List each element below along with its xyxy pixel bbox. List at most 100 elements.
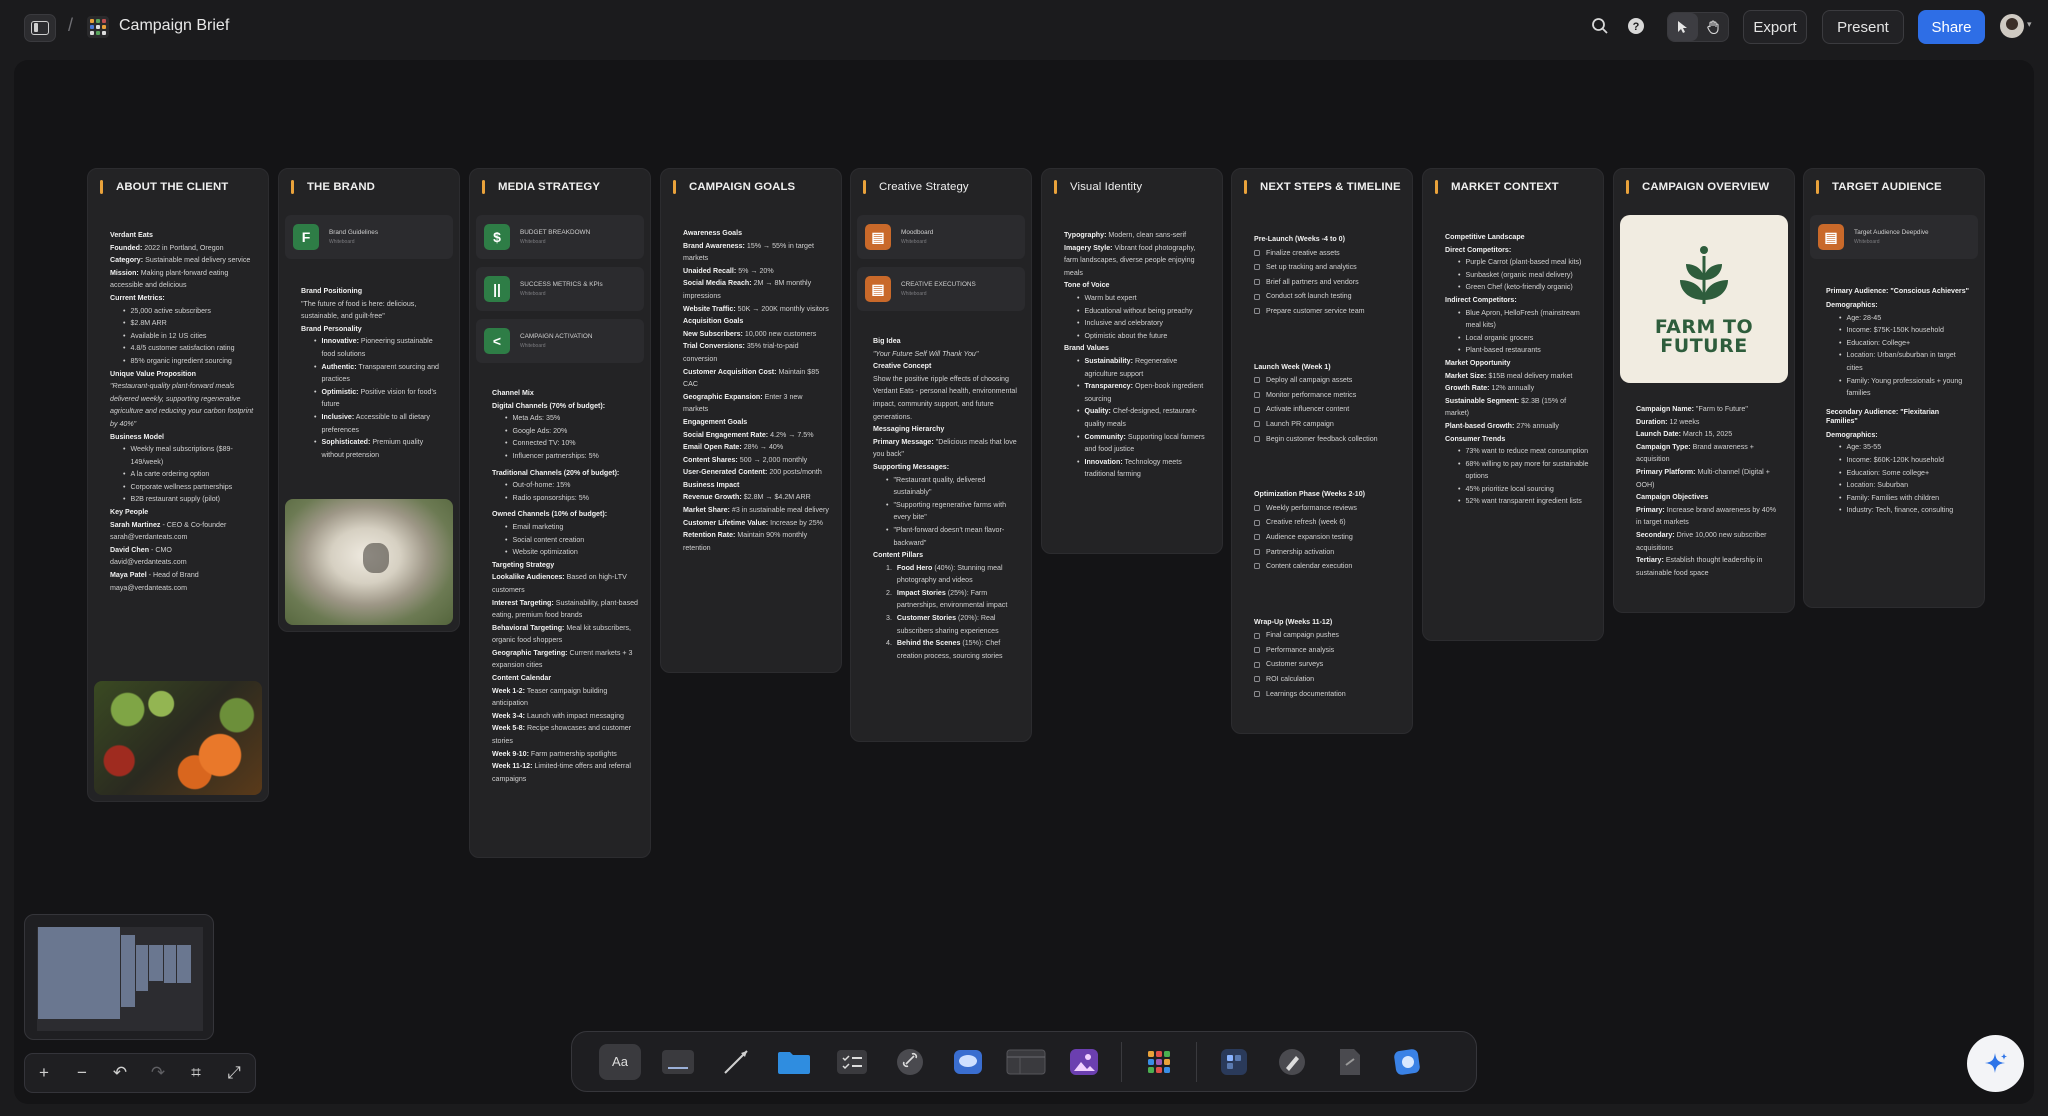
checklist-item[interactable]: Partnership activation	[1254, 545, 1400, 560]
card-visual-identity[interactable]: Visual Identity Typography: Modern, clea…	[1041, 168, 1223, 554]
person-email[interactable]: maya@verdanteats.com	[110, 582, 256, 595]
checklist-item[interactable]: Set up tracking and analytics	[1254, 260, 1400, 275]
export-button[interactable]: Export	[1743, 10, 1807, 44]
ai-assistant-button[interactable]	[1967, 1035, 2024, 1092]
apps-grid-icon[interactable]	[1138, 1044, 1180, 1080]
chevron-down-icon[interactable]: ▾	[2027, 19, 2032, 30]
card-the-brand[interactable]: THE BRAND F Brand Guidelines Whiteboard B…	[278, 168, 460, 632]
card-next-steps[interactable]: NEXT STEPS & TIMELINE Pre-Launch (Weeks …	[1231, 168, 1413, 734]
image-tool-icon[interactable]	[1063, 1044, 1105, 1080]
checklist-item[interactable]: Prepare customer service team	[1254, 304, 1400, 319]
checklist-item[interactable]: Launch PR campaign	[1254, 417, 1400, 432]
fit-frame-icon[interactable]: ⌗	[177, 1063, 215, 1083]
checklist-item[interactable]: Audience expansion testing	[1254, 530, 1400, 545]
undo-icon[interactable]: ↶	[101, 1063, 139, 1083]
checklist-item[interactable]: Finalize creative assets	[1254, 246, 1400, 261]
avatar[interactable]	[2000, 14, 2024, 38]
attachment[interactable]: ▤ Moodboard Whiteboard	[857, 215, 1025, 259]
sheep-photo[interactable]	[285, 499, 453, 625]
zoom-out-icon[interactable]: −	[63, 1063, 101, 1083]
attachment[interactable]: < CAMPAIGN ACTIVATION Whiteboard	[476, 319, 644, 363]
document-tool-icon[interactable]	[1329, 1044, 1371, 1080]
checklist-item[interactable]: Creative refresh (week 6)	[1254, 515, 1400, 530]
fullscreen-icon[interactable]: ⤢	[215, 1063, 253, 1083]
table-tool-icon[interactable]	[1005, 1044, 1047, 1080]
checklist-item[interactable]: Weekly performance reviews	[1254, 501, 1400, 516]
search-icon[interactable]	[1589, 15, 1611, 37]
draw-tool-icon[interactable]	[1271, 1044, 1313, 1080]
hand-tool-icon[interactable]	[1698, 13, 1728, 41]
comment-tool-icon[interactable]	[947, 1044, 989, 1080]
checkbox[interactable]	[1254, 676, 1260, 683]
checklist-item[interactable]: Brief all partners and vendors	[1254, 275, 1400, 290]
attachment[interactable]: $ BUDGET BREAKDOWN Whiteboard	[476, 215, 644, 259]
link-tool-icon[interactable]	[889, 1044, 931, 1080]
checkbox[interactable]	[1254, 505, 1260, 512]
checklist-item[interactable]: Activate influencer content	[1254, 402, 1400, 417]
vegetables-photo[interactable]	[94, 681, 262, 795]
attachment[interactable]: ▤ CREATIVE EXECUTIONS Whiteboard	[857, 267, 1025, 311]
attachment[interactable]: || SUCCESS METRICS & KPIs Whiteboard	[476, 267, 644, 311]
target-audience-attachment[interactable]: ▤ Target Audience Deepdive Whiteboard	[1810, 215, 1978, 259]
help-icon[interactable]: ?	[1625, 15, 1647, 37]
person: David Chen - CMO	[110, 544, 256, 557]
sprout-icon	[1680, 246, 1728, 304]
checklist-item[interactable]: Performance analysis	[1254, 643, 1400, 658]
checklist-item[interactable]: Final campaign pushes	[1254, 628, 1400, 643]
zoom-in-icon[interactable]: +	[25, 1063, 63, 1083]
checklist-item[interactable]: Content calendar execution	[1254, 559, 1400, 574]
checkbox[interactable]	[1254, 548, 1260, 555]
card-about-the-client[interactable]: ABOUT THE CLIENT Verdant Eats Founded: 20…	[87, 168, 269, 802]
checklist-item[interactable]: Begin customer feedback collection	[1254, 432, 1400, 447]
document-title[interactable]: Campaign Brief	[119, 17, 229, 35]
checklist-item[interactable]: Learnings documentation	[1254, 687, 1400, 702]
checklist-item[interactable]: Deploy all campaign assets	[1254, 373, 1400, 388]
checkbox[interactable]	[1254, 690, 1260, 697]
share-button[interactable]: Share	[1918, 10, 1985, 44]
card-campaign-overview[interactable]: CAMPAIGN OVERVIEW FARM TO FUTURE Campaig…	[1613, 168, 1795, 613]
checkbox[interactable]	[1254, 377, 1260, 384]
brand-guidelines-attachment[interactable]: F Brand Guidelines Whiteboard	[285, 215, 453, 259]
person-email[interactable]: david@verdanteats.com	[110, 556, 256, 569]
checkbox[interactable]	[1254, 661, 1260, 668]
pointer-tool-icon[interactable]	[1668, 13, 1698, 41]
card-campaign-goals[interactable]: CAMPAIGN GOALS Awareness Goals Brand Awar…	[660, 168, 842, 673]
checkbox[interactable]	[1254, 392, 1260, 399]
text-tool-button[interactable]: Aa	[599, 1043, 641, 1080]
person-email[interactable]: sarah@verdanteats.com	[110, 531, 256, 544]
farm-to-future-logo[interactable]: FARM TO FUTURE	[1620, 215, 1788, 383]
preview-tool-icon[interactable]	[1387, 1044, 1429, 1080]
checklist-item[interactable]: Conduct soft launch testing	[1254, 289, 1400, 304]
metric-item-text: Available in 12 US cities	[130, 331, 207, 340]
checkbox[interactable]	[1254, 519, 1260, 526]
checkbox[interactable]	[1254, 249, 1260, 256]
checkbox[interactable]	[1254, 264, 1260, 271]
minimap[interactable]	[24, 914, 214, 1040]
checkbox[interactable]	[1254, 421, 1260, 428]
checklist-tool-icon[interactable]	[831, 1044, 873, 1080]
checkbox[interactable]	[1254, 534, 1260, 541]
checklist-item[interactable]: ROI calculation	[1254, 672, 1400, 687]
checkbox[interactable]	[1254, 406, 1260, 413]
checkbox[interactable]	[1254, 563, 1260, 570]
bullet: •	[505, 493, 508, 502]
board-tool-icon[interactable]	[1213, 1044, 1255, 1080]
folder-tool-icon[interactable]	[773, 1044, 815, 1080]
sticky-note-tool-icon[interactable]	[657, 1044, 699, 1080]
redo-icon[interactable]: ↷	[139, 1063, 177, 1083]
card-creative-strategy[interactable]: Creative Strategy ▤ Moodboard Whiteboard ▤ C…	[850, 168, 1032, 742]
checkbox[interactable]	[1254, 293, 1260, 300]
checkbox[interactable]	[1254, 308, 1260, 315]
checklist-item[interactable]: Monitor performance metrics	[1254, 388, 1400, 403]
checkbox[interactable]	[1254, 647, 1260, 654]
checkbox[interactable]	[1254, 632, 1260, 639]
card-market-context[interactable]: MARKET CONTEXT Competitive Landscape Dir…	[1422, 168, 1604, 641]
sidebar-toggle-button[interactable]	[24, 14, 56, 42]
card-media-strategy[interactable]: MEDIA STRATEGY $ BUDGET BREAKDOWN Whiteboa…	[469, 168, 651, 858]
checkbox[interactable]	[1254, 279, 1260, 286]
present-button[interactable]: Present	[1822, 10, 1904, 44]
checkbox[interactable]	[1254, 435, 1260, 442]
checklist-item[interactable]: Customer surveys	[1254, 657, 1400, 672]
card-target-audience[interactable]: TARGET AUDIENCE ▤ Target Audience Deepdi…	[1803, 168, 1985, 608]
line-tool-icon[interactable]	[715, 1044, 757, 1080]
